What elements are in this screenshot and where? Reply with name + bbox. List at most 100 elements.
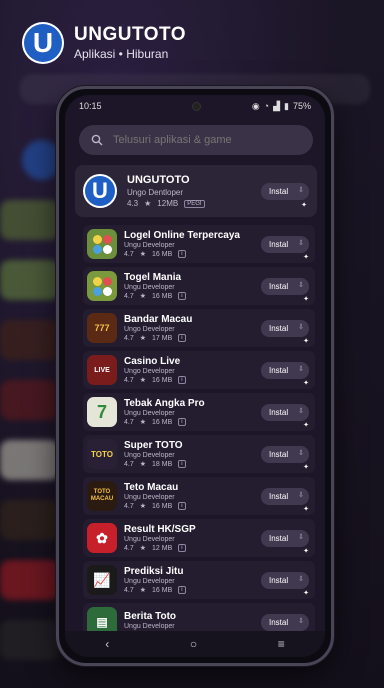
- age-rating-badge: PEGI: [184, 199, 205, 208]
- app-info: Logel Online Terpercaya Ungu Developer 4…: [124, 230, 261, 258]
- app-developer: Ungo Developer: [124, 368, 175, 375]
- app-name: Togel Mania: [124, 272, 182, 283]
- install-label: Instal: [269, 617, 289, 627]
- install-button[interactable]: Instal ⇩: [261, 487, 309, 505]
- star-icon: ★: [144, 199, 152, 208]
- app-developer: Ungo Developer: [124, 326, 175, 333]
- app-list-item[interactable]: TOTO Super TOTO Ungo Developer 4.7 ★ 18 …: [83, 435, 315, 473]
- info-badge-icon: i: [178, 544, 186, 552]
- status-time: 10:15: [79, 101, 102, 111]
- install-button[interactable]: Instal ⇩: [261, 445, 309, 463]
- app-name: Super TOTO: [124, 440, 183, 451]
- app-list-item[interactable]: TOTO MACAU Teto Macau Ungu Developer 4.7 …: [83, 477, 315, 515]
- search-input[interactable]: [113, 134, 283, 146]
- app-list-item[interactable]: Togel Mania Ungu Developer 4.7 ★ 16 MB i…: [83, 267, 315, 305]
- back-nav-icon[interactable]: ‹: [105, 637, 109, 651]
- status-icons: ◉ ◔ ▟ ▮ 75%: [252, 101, 311, 112]
- app-list: Logel Online Terpercaya Ungu Developer 4…: [83, 225, 315, 645]
- info-badge-icon: i: [178, 334, 186, 342]
- app-size: 18 MB: [152, 460, 173, 468]
- hk-flag-icon: ✿: [87, 523, 117, 553]
- background-app-tile: [0, 320, 60, 360]
- featured-rating: 4.3: [127, 199, 139, 208]
- app-developer: Ungu Developer: [124, 536, 175, 543]
- star-icon: ★: [139, 335, 147, 342]
- featured-app-card[interactable]: U UNGUTOTO Ungo Dentloper 4.3 ★ 12MB PEG…: [75, 165, 317, 217]
- app-rating: 4.7: [124, 292, 134, 300]
- featured-install-button[interactable]: Instal ⇩: [261, 182, 309, 200]
- download-icon: ⇩: [298, 323, 304, 331]
- featured-app-meta: 4.3 ★ 12MB PEGI: [127, 199, 261, 208]
- download-icon: ⇩: [298, 617, 304, 625]
- info-badge-icon: i: [178, 502, 186, 510]
- info-badge-icon: i: [178, 460, 186, 468]
- battery-icon: ▮: [284, 100, 289, 111]
- search-icon: [91, 134, 103, 146]
- app-info: Result HK/SGP Ungu Developer 4.7 ★ 12 MB…: [124, 524, 261, 552]
- install-label: Instal: [269, 407, 289, 417]
- app-list-item[interactable]: 7 Tebak Angka Pro Ungu Developer 4.7 ★ 1…: [83, 393, 315, 431]
- app-list-item[interactable]: Logel Online Terpercaya Ungu Developer 4…: [83, 225, 315, 263]
- sparkle-icon: ✦: [303, 464, 309, 471]
- recents-nav-icon[interactable]: ≡: [278, 637, 285, 651]
- install-label: Instal: [269, 365, 289, 375]
- phone-frame: 10:15 ◉ ◔ ▟ ▮ 75% U UNGUTOTO Ungo Dentlo…: [56, 86, 334, 666]
- sparkle-icon: ✦: [303, 254, 309, 261]
- app-logo: U: [22, 22, 64, 64]
- app-developer: Ungu Developer: [124, 284, 175, 291]
- star-icon: ★: [139, 503, 147, 510]
- wifi-icon: ◔: [263, 101, 270, 111]
- info-badge-icon: i: [178, 418, 186, 426]
- install-button[interactable]: Instal ⇩: [261, 319, 309, 337]
- app-size: 16 MB: [152, 376, 173, 384]
- sparkle-icon: ✦: [301, 202, 307, 209]
- install-button[interactable]: Instal ⇩: [261, 235, 309, 253]
- navigation-bar: ‹ ○ ≡: [65, 631, 325, 657]
- app-name: Bandar Macau: [124, 314, 193, 325]
- toto-badge-icon: TOTO: [87, 439, 117, 469]
- background-app-tile: [0, 380, 60, 420]
- install-label: Instal: [269, 323, 289, 333]
- background-app-tile: [0, 500, 60, 540]
- sparkle-icon: ✦: [303, 548, 309, 555]
- home-nav-icon[interactable]: ○: [190, 637, 197, 651]
- download-icon: ⇩: [298, 491, 304, 499]
- app-name: Berita Toto: [124, 611, 177, 622]
- install-button[interactable]: Instal ⇩: [261, 529, 309, 547]
- star-icon: ★: [139, 587, 147, 594]
- install-button[interactable]: Instal ⇩: [261, 361, 309, 379]
- install-button[interactable]: Instal ⇩: [261, 613, 309, 631]
- app-list-item[interactable]: ✿ Result HK/SGP Ungu Developer 4.7 ★ 12 …: [83, 519, 315, 557]
- front-camera: [192, 102, 201, 111]
- chart-up-icon: 📈: [87, 565, 117, 595]
- star-icon: ★: [139, 377, 147, 384]
- install-label: Instal: [269, 239, 289, 249]
- app-name: Result HK/SGP: [124, 524, 196, 535]
- ungutoto-logo-icon: U: [83, 174, 117, 208]
- app-name: Casino Live: [124, 356, 181, 367]
- app-info: Berita Toto Ungu Developer: [124, 611, 261, 633]
- install-button[interactable]: Instal ⇩: [261, 403, 309, 421]
- app-meta: 4.7 ★ 17 MB i: [124, 334, 261, 342]
- app-size: 16 MB: [152, 418, 173, 426]
- app-rating: 4.7: [124, 502, 134, 510]
- install-label: Instal: [269, 186, 289, 196]
- install-button[interactable]: Instal ⇩: [261, 571, 309, 589]
- app-meta: 4.7 ★ 16 MB i: [124, 586, 261, 594]
- app-list-item[interactable]: 📈 Prediksi Jitu Ungu Developer 4.7 ★ 16 …: [83, 561, 315, 599]
- app-meta: 4.7 ★ 16 MB i: [124, 418, 261, 426]
- app-meta: 4.7 ★ 12 MB i: [124, 544, 261, 552]
- download-icon: ⇩: [298, 449, 304, 457]
- app-rating: 4.7: [124, 460, 134, 468]
- install-button[interactable]: Instal ⇩: [261, 277, 309, 295]
- app-rating: 4.7: [124, 418, 134, 426]
- app-list-item[interactable]: LIVE Casino Live Ungo Developer 4.7 ★ 16…: [83, 351, 315, 389]
- search-bar[interactable]: [79, 125, 313, 155]
- download-icon: ⇩: [298, 575, 304, 583]
- app-list-item[interactable]: 777 Bandar Macau Ungo Developer 4.7 ★ 17…: [83, 309, 315, 347]
- sparkle-icon: ✦: [303, 296, 309, 303]
- install-label: Instal: [269, 533, 289, 543]
- sparkle-icon: ✦: [303, 590, 309, 597]
- star-icon: ★: [139, 293, 147, 300]
- background-app-tile: [0, 260, 60, 300]
